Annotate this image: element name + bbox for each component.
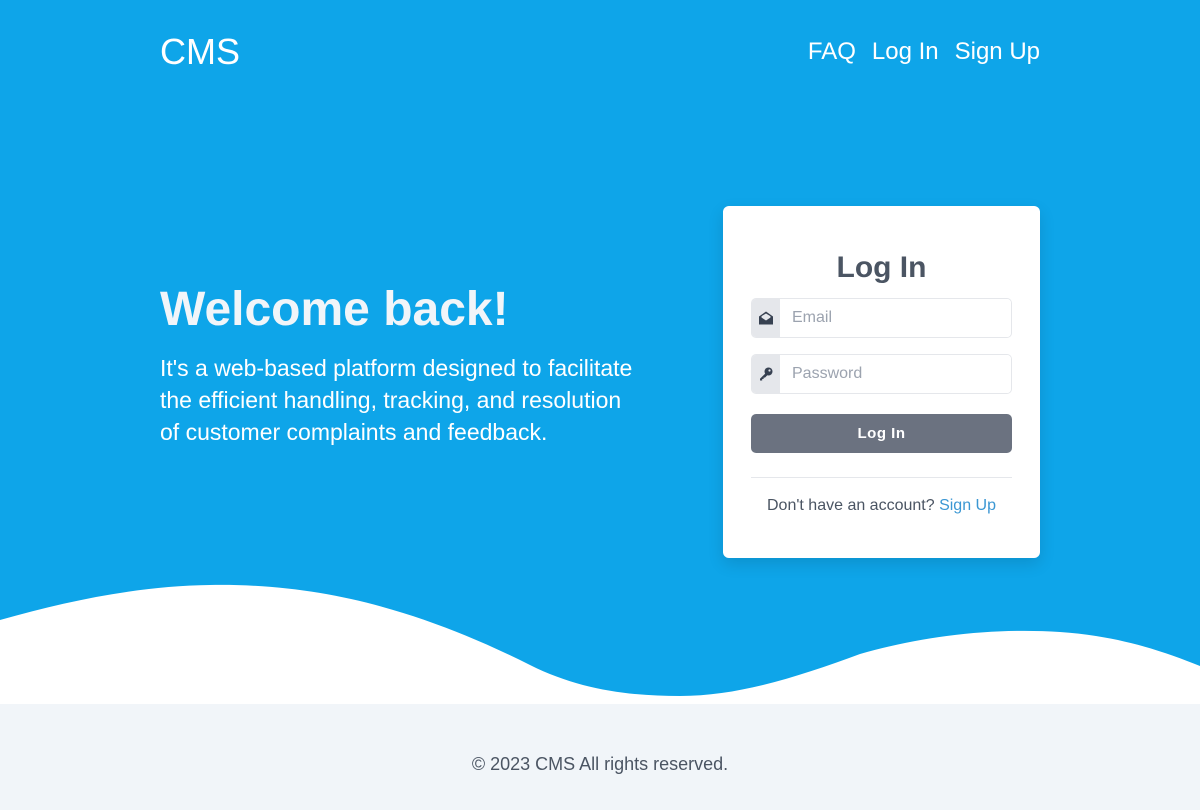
- nav-link-faq[interactable]: FAQ: [808, 36, 856, 68]
- email-input[interactable]: [780, 299, 1011, 337]
- password-field-group: [751, 354, 1012, 394]
- signup-prompt: Don't have an account? Sign Up: [723, 496, 1040, 516]
- copyright-text: © 2023 CMS All rights reserved.: [471, 754, 729, 774]
- welcome-heading: Welcome back!: [160, 283, 509, 336]
- nav-link-signup[interactable]: Sign Up: [955, 36, 1040, 68]
- signup-prompt-text: Don't have an account?: [767, 497, 935, 514]
- nav-link-login[interactable]: Log In: [872, 36, 939, 68]
- nav-links: FAQ Log In Sign Up: [808, 36, 1040, 68]
- hero-section: CMS FAQ Log In Sign Up Welcome back! It'…: [0, 0, 1200, 704]
- login-button[interactable]: Log In: [751, 414, 1012, 453]
- top-navigation: CMS FAQ Log In Sign Up: [160, 30, 1040, 74]
- login-title: Log In: [836, 251, 927, 284]
- footer: © 2023 CMS All rights reserved.: [0, 704, 1200, 810]
- brand-logo-link[interactable]: CMS: [160, 30, 240, 74]
- card-divider: [751, 477, 1012, 478]
- login-card: Log In Log In Don't ha: [723, 206, 1040, 558]
- welcome-description: It's a web-based platform designed to fa…: [160, 355, 633, 445]
- email-field-group: [751, 298, 1012, 338]
- password-input[interactable]: [780, 355, 1011, 393]
- key-icon: [752, 355, 780, 393]
- envelope-open-icon: [752, 299, 780, 337]
- welcome-block: Welcome back! It's a web-based platform …: [160, 282, 640, 448]
- signup-link[interactable]: Sign Up: [939, 497, 996, 514]
